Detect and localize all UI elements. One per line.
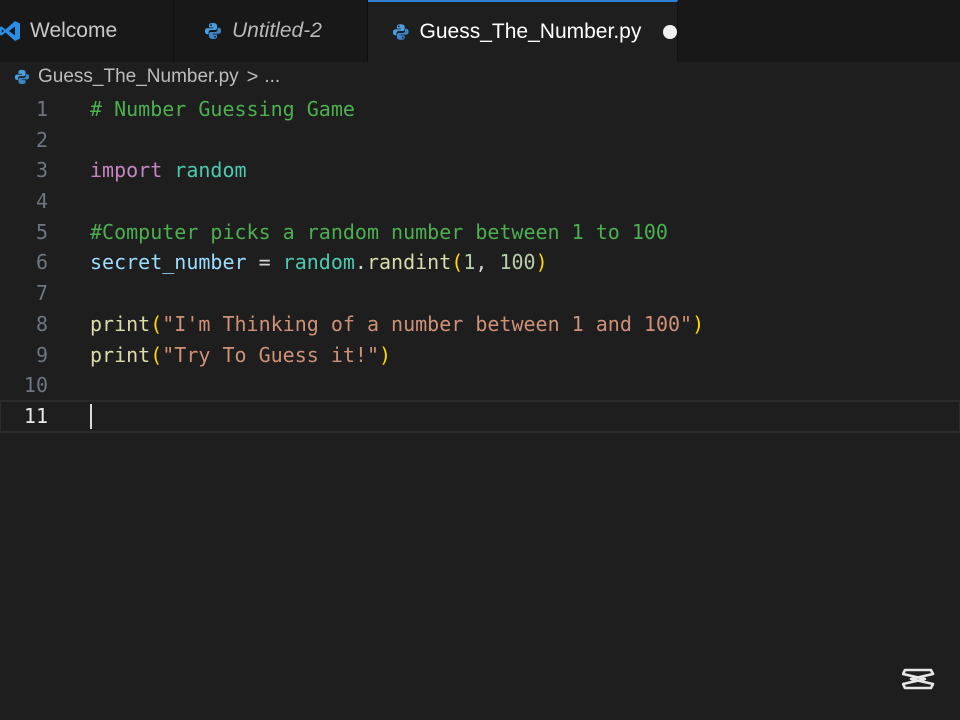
code-token: "Try To Guess it!" <box>162 342 380 367</box>
code-line[interactable]: 3 import random <box>0 155 960 186</box>
line-code: #Computer picks a random number between … <box>90 217 668 248</box>
code-token: , <box>475 250 500 275</box>
code-token: "I'm Thinking of a number between 1 and … <box>162 311 693 336</box>
code-token: random <box>282 250 355 275</box>
line-number: 3 <box>35 158 48 183</box>
code-token: #Computer picks a random number between … <box>90 219 668 244</box>
line-number: 10 <box>23 373 48 398</box>
capcut-logo-icon <box>902 668 935 690</box>
line-number: 8 <box>35 311 48 336</box>
line-code: print("Try To Guess it!") <box>90 340 391 371</box>
line-number: 5 <box>35 219 48 244</box>
code-token: = <box>246 250 283 275</box>
code-line[interactable]: 7 <box>0 278 960 309</box>
line-number: 11 <box>23 403 48 428</box>
code-token: print <box>90 342 151 367</box>
code-line[interactable]: 11 <box>0 399 960 433</box>
tab-label: Welcome <box>30 19 118 42</box>
breadcrumb-separator-icon: > <box>246 65 259 88</box>
code-line[interactable]: 1 # Number Guessing Game <box>0 94 960 125</box>
line-code: secret_number = random.randint(1, 100) <box>90 247 548 278</box>
code-token: ( <box>150 342 163 367</box>
tab-untitled-2[interactable]: Untitled-2 <box>174 0 368 62</box>
breadcrumb: Guess_The_Number.py > ... <box>0 62 960 92</box>
code-token: import <box>90 158 163 183</box>
code-line[interactable]: 5 #Computer picks a random number between… <box>0 217 960 248</box>
code-line[interactable]: 6 secret_number = random.randint(1, 100) <box>0 247 960 278</box>
line-code: print("I'm Thinking of a number between … <box>90 309 704 340</box>
code-line[interactable]: 10 <box>0 370 960 401</box>
tab-bar-empty-space <box>678 0 960 62</box>
line-number: 1 <box>35 97 48 121</box>
code-token: ( <box>451 250 464 275</box>
code-token: . <box>354 250 367 275</box>
code-line[interactable]: 2 <box>0 125 960 156</box>
vscode-icon <box>0 21 20 41</box>
code-line[interactable]: 8 print("I'm Thinking of a number between… <box>0 309 960 340</box>
line-number: 6 <box>35 250 48 275</box>
code-token: ) <box>379 342 392 367</box>
tab-welcome[interactable]: Welcome <box>0 0 174 62</box>
line-number: 2 <box>35 127 48 152</box>
python-icon <box>205 23 221 39</box>
code-line[interactable]: 4 <box>0 186 960 217</box>
line-number: 4 <box>35 189 48 214</box>
tab-guess-the-number[interactable]: Guess_The_Number.py <box>368 0 678 62</box>
code-token: secret_number <box>90 250 247 275</box>
code-token: ) <box>535 250 548 275</box>
tab-label: Guess_The_Number.py <box>419 20 642 43</box>
line-code: import random <box>90 155 247 186</box>
line-number: 7 <box>35 281 48 306</box>
text-cursor <box>90 403 92 429</box>
tab-label: Untitled-2 <box>232 19 322 42</box>
python-icon <box>14 69 30 85</box>
code-token: ( <box>150 311 163 336</box>
code-token: 100 <box>499 250 536 275</box>
code-token: print <box>90 311 151 336</box>
breadcrumb-file[interactable]: Guess_The_Number.py <box>38 66 239 88</box>
code-line[interactable]: 9 print("Try To Guess it!") <box>0 340 960 371</box>
code-editor[interactable]: 1 # Number Guessing Game 2 3 import random 4 5… <box>0 94 960 720</box>
code-token: ) <box>692 311 705 336</box>
unsaved-dot-icon[interactable] <box>663 25 677 39</box>
line-code: # Number Guessing Game <box>90 94 355 125</box>
code-token: # Number Guessing Game <box>90 97 355 121</box>
code-token: random <box>174 158 247 183</box>
line-number: 9 <box>35 342 48 367</box>
python-icon <box>392 24 409 40</box>
breadcrumb-more[interactable]: ... <box>264 66 280 88</box>
editor-tab-bar: Welcome Untitled-2 Guess_The_Number.py <box>0 0 960 62</box>
code-token: 1 <box>463 250 476 275</box>
code-token: randint <box>366 250 452 275</box>
